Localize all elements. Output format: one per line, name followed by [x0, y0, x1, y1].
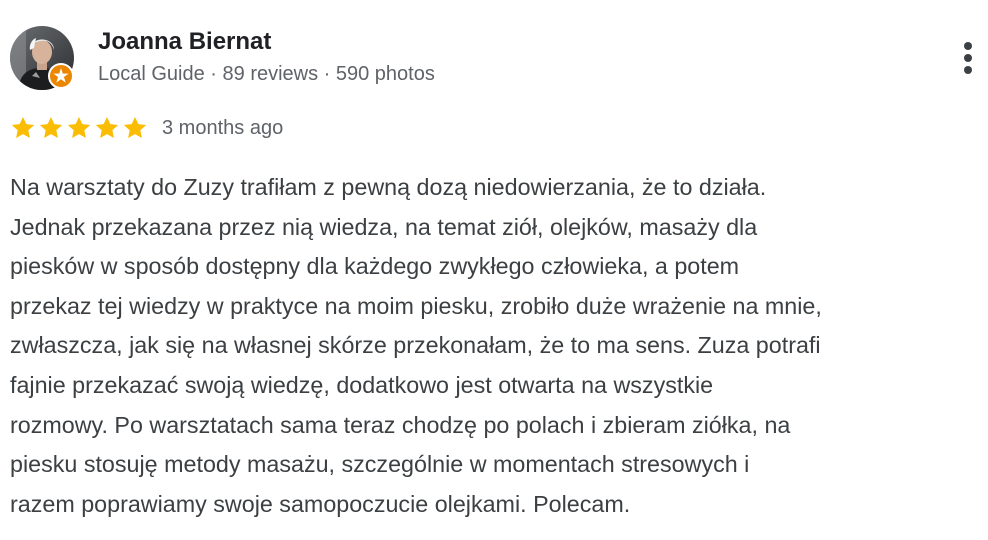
review-text-line: fajnie przekazać swoją wiedzę, dodatkowo…: [10, 371, 714, 398]
star-rating: [10, 115, 148, 141]
star-icon: [39, 116, 63, 138]
more-vert-icon: [964, 42, 972, 74]
review-card: Joanna Biernat Local Guide · 89 reviews …: [0, 0, 988, 540]
review-text-line: przekaz tej wiedzy w praktyce na moim pi…: [10, 292, 822, 319]
author-meta[interactable]: Local Guide · 89 reviews · 590 photos: [98, 61, 435, 87]
rating-row: 3 months ago: [10, 114, 283, 142]
star-icon: [67, 116, 91, 138]
review-text-line: rozmowy. Po warsztatach sama teraz chodz…: [10, 411, 791, 438]
star-icon: [11, 116, 35, 138]
local-guide-badge: [48, 63, 74, 89]
review-text-line: piesków w sposób dostępny dla każdego zw…: [10, 253, 740, 280]
local-guide-star-icon: [48, 63, 74, 89]
review-date: 3 months ago: [162, 117, 284, 139]
review-text-line: Na warsztaty do Zuzy trafiłam z pewną do…: [10, 174, 767, 200]
review-text-line: piesku stosuję metody masażu, szczególni…: [10, 451, 750, 478]
review-text: Na warsztaty do Zuzy trafiłam z pewną do…: [10, 168, 985, 524]
review-text-line: razem poprawiamy swoje samopoczucie olej…: [10, 490, 631, 517]
review-text-line: Jednak przekazana przez nią wiedza, na t…: [10, 213, 758, 240]
review-text-line: zwłaszcza, jak się na własnej skórze prz…: [10, 332, 821, 359]
star-icon: [95, 116, 119, 138]
star-icon: [123, 116, 147, 138]
author-name[interactable]: Joanna Biernat: [98, 27, 271, 57]
more-options-button[interactable]: [950, 38, 986, 78]
